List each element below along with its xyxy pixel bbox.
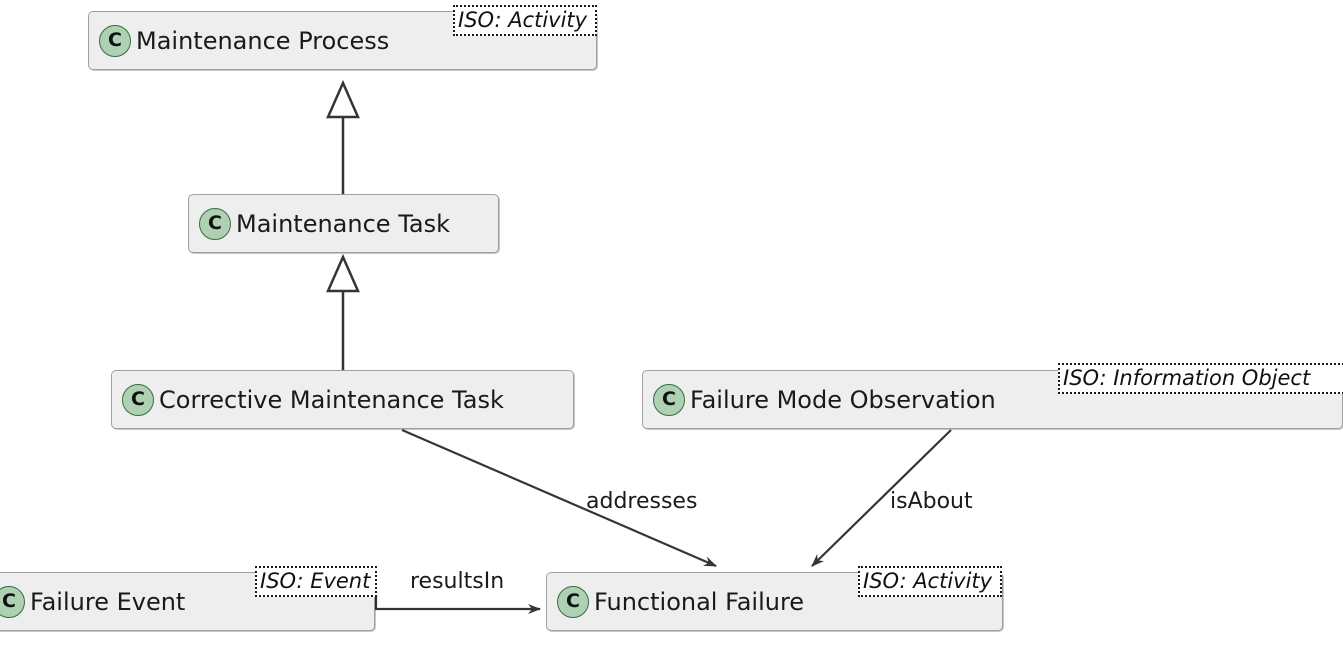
stereotype-note-failure-mode-observation: ISO: Information Object [1058, 363, 1343, 395]
edge-generalization-task-to-process [326, 79, 360, 194]
class-name-label: Corrective Maintenance Task [159, 385, 504, 414]
class-name-label: Failure Event [30, 587, 186, 616]
edge-generalization-corrective-to-task [326, 253, 360, 370]
class-icon-c: C [557, 585, 589, 618]
class-box-corrective-maintenance-task[interactable]: C Corrective Maintenance Task [111, 370, 574, 429]
relationship-edges [326, 79, 952, 614]
class-box-maintenance-task[interactable]: C Maintenance Task [188, 194, 499, 253]
class-icon-c: C [0, 585, 25, 618]
class-icon-c: C [199, 207, 231, 240]
edge-label-isabout: isAbout [890, 489, 973, 514]
class-name-label: Maintenance Process [136, 26, 390, 55]
edge-label-resultsin: resultsIn [410, 569, 505, 594]
edge-label-addresses: addresses [586, 489, 698, 514]
class-name-label: Maintenance Task [236, 209, 450, 238]
class-icon-c: C [122, 383, 154, 416]
class-name-label: Functional Failure [594, 587, 805, 616]
stereotype-note-functional-failure: ISO: Activity [858, 566, 1002, 598]
class-name-label: Failure Mode Observation [690, 385, 996, 414]
class-icon-c: C [653, 383, 685, 416]
class-icon-c: C [99, 24, 131, 57]
stereotype-note-failure-event: ISO: Event [255, 566, 377, 598]
stereotype-note-maintenance-process: ISO: Activity [453, 5, 597, 37]
class-diagram-canvas: C Maintenance Process ISO: Activity C Ma… [0, 0, 1343, 645]
